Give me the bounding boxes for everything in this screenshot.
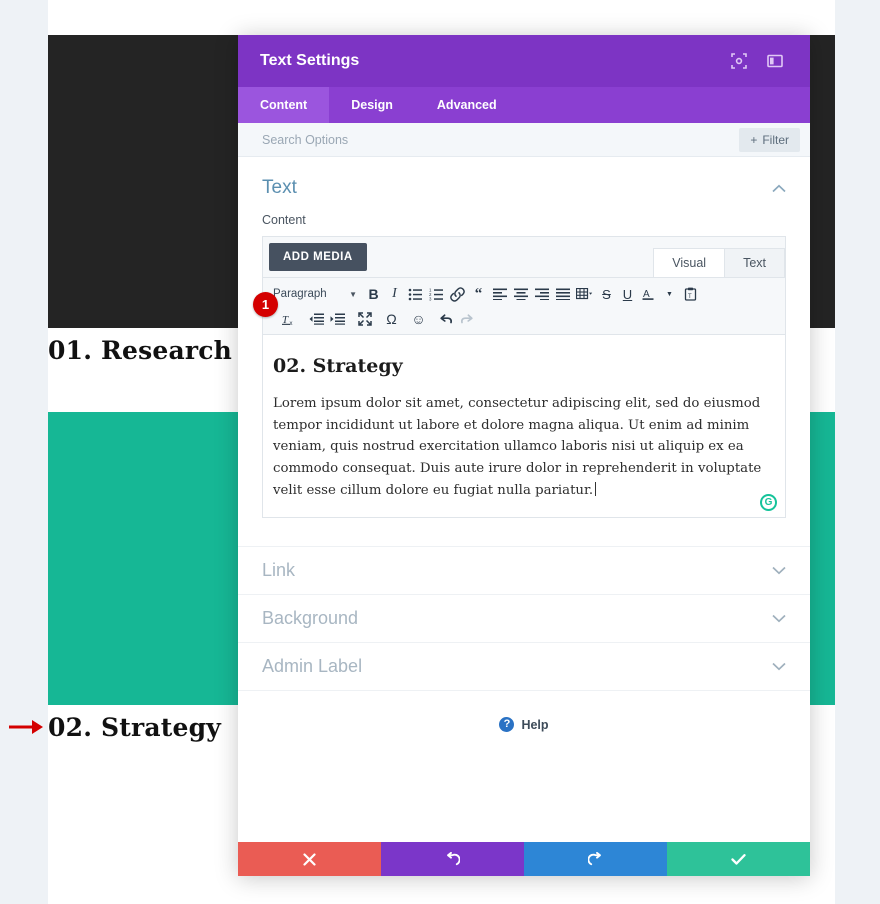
redo-icon[interactable] bbox=[456, 308, 477, 330]
search-input[interactable] bbox=[262, 132, 740, 147]
blockquote-icon[interactable]: “ bbox=[468, 283, 489, 305]
text-section: Text Content ADD MEDIA Visual Text Parag… bbox=[238, 157, 810, 519]
format-select[interactable]: Paragraph ▼ bbox=[271, 288, 363, 300]
indent-icon[interactable] bbox=[327, 308, 348, 330]
plus-icon: + bbox=[750, 132, 758, 147]
svg-text:3: 3 bbox=[429, 296, 432, 300]
editor-tab-text[interactable]: Text bbox=[724, 248, 785, 277]
editor-toolbar: Paragraph ▼ B I 1 2 3 “ S U A ▼ T T x Ω … bbox=[263, 278, 785, 335]
split-view-icon[interactable] bbox=[762, 48, 788, 74]
accordion-link[interactable]: Link bbox=[238, 546, 810, 594]
editor-top-bar: ADD MEDIA Visual Text bbox=[263, 237, 785, 278]
tab-design[interactable]: Design bbox=[329, 87, 415, 123]
strikethrough-icon[interactable]: S bbox=[596, 283, 617, 305]
editor-content-area[interactable]: 02. Strategy Lorem ipsum dolor sit amet,… bbox=[263, 335, 785, 518]
outdent-icon[interactable] bbox=[306, 308, 327, 330]
special-character-icon[interactable]: Ω bbox=[381, 308, 402, 330]
chevron-up-icon[interactable] bbox=[772, 184, 786, 193]
modal-footer bbox=[238, 842, 810, 876]
format-select-label: Paragraph bbox=[273, 288, 327, 300]
document-heading: 02. Strategy bbox=[273, 355, 403, 377]
accordion-admin-label-label: Admin Label bbox=[262, 656, 363, 677]
text-color-icon[interactable]: A bbox=[638, 283, 659, 305]
text-caret bbox=[595, 481, 597, 496]
link-icon[interactable] bbox=[447, 283, 468, 305]
chevron-down-icon: ▼ bbox=[349, 289, 357, 299]
undo-icon[interactable] bbox=[435, 308, 456, 330]
accordion-background[interactable]: Background bbox=[238, 594, 810, 642]
paste-as-text-icon[interactable]: T bbox=[680, 283, 701, 305]
tab-advanced[interactable]: Advanced bbox=[415, 87, 519, 123]
align-center-icon[interactable] bbox=[510, 283, 531, 305]
svg-text:x: x bbox=[290, 321, 293, 326]
redo-button[interactable] bbox=[524, 842, 667, 876]
annotation-badge-1: 1 bbox=[253, 292, 278, 317]
clear-formatting-icon[interactable]: T x bbox=[279, 308, 300, 330]
text-section-header[interactable]: Text bbox=[262, 157, 786, 213]
accordion-list: Link Background Admin Label bbox=[238, 546, 810, 690]
toolbar-row-1: Paragraph ▼ B I 1 2 3 “ S U A ▼ T bbox=[271, 283, 779, 305]
screen-root: 01. Research 02. Strategy Text Settings bbox=[0, 0, 880, 904]
chevron-down-icon bbox=[772, 662, 786, 671]
underline-icon[interactable]: U bbox=[617, 283, 638, 305]
accordion-link-label: Link bbox=[262, 560, 296, 581]
grammarly-icon[interactable]: G bbox=[760, 494, 777, 512]
filter-button[interactable]: + Filter bbox=[739, 127, 800, 152]
editor-mode-tabs: Visual Text bbox=[653, 248, 785, 277]
help-label: Help bbox=[521, 717, 549, 732]
modal-header: Text Settings bbox=[238, 35, 810, 87]
chevron-down-icon bbox=[772, 566, 786, 575]
align-left-icon[interactable] bbox=[489, 283, 510, 305]
help-row[interactable]: ? Help bbox=[238, 690, 810, 762]
accordion-background-label: Background bbox=[262, 608, 359, 629]
svg-text:T: T bbox=[688, 294, 692, 300]
text-section-title: Text bbox=[262, 177, 297, 198]
filter-button-label: Filter bbox=[762, 132, 789, 147]
cancel-button[interactable] bbox=[238, 842, 381, 876]
text-settings-modal: Text Settings Content Design Advanced Se… bbox=[238, 35, 810, 876]
modal-title: Text Settings bbox=[260, 52, 360, 69]
italic-icon[interactable]: I bbox=[384, 283, 405, 305]
document-paragraph-text: Lorem ipsum dolor sit amet, consectetur … bbox=[273, 396, 762, 498]
text-color-caret-icon[interactable]: ▼ bbox=[659, 283, 680, 305]
expand-fullscreen-icon[interactable] bbox=[726, 48, 752, 74]
modal-body: Text Content ADD MEDIA Visual Text Parag… bbox=[238, 157, 810, 842]
add-media-button[interactable]: ADD MEDIA bbox=[269, 243, 367, 271]
numbered-list-icon[interactable]: 1 2 3 bbox=[426, 283, 447, 305]
content-field-label: Content bbox=[262, 213, 306, 227]
save-button[interactable] bbox=[667, 842, 810, 876]
align-right-icon[interactable] bbox=[531, 283, 552, 305]
bold-icon[interactable]: B bbox=[363, 283, 384, 305]
wysiwyg-editor: ADD MEDIA Visual Text Paragraph ▼ B I 1 … bbox=[262, 236, 786, 519]
chevron-down-icon bbox=[772, 614, 786, 623]
toolbar-row-2: T x Ω ☺ bbox=[271, 308, 779, 330]
bulleted-list-icon[interactable] bbox=[405, 283, 426, 305]
red-arrow-right-icon bbox=[9, 720, 43, 734]
tab-content[interactable]: Content bbox=[238, 87, 330, 123]
table-icon[interactable] bbox=[573, 283, 596, 305]
accordion-admin-label[interactable]: Admin Label bbox=[238, 642, 810, 690]
fullscreen-icon[interactable] bbox=[354, 308, 375, 330]
editor-tab-visual[interactable]: Visual bbox=[653, 248, 726, 277]
align-justify-icon[interactable] bbox=[552, 283, 573, 305]
modal-tabbar: Content Design Advanced bbox=[238, 87, 810, 123]
document-paragraph: Lorem ipsum dolor sit amet, consectetur … bbox=[273, 393, 775, 501]
help-question-icon: ? bbox=[499, 717, 515, 733]
undo-button[interactable] bbox=[381, 842, 524, 876]
search-row: + Filter bbox=[238, 123, 810, 157]
emoji-icon[interactable]: ☺ bbox=[408, 308, 429, 330]
